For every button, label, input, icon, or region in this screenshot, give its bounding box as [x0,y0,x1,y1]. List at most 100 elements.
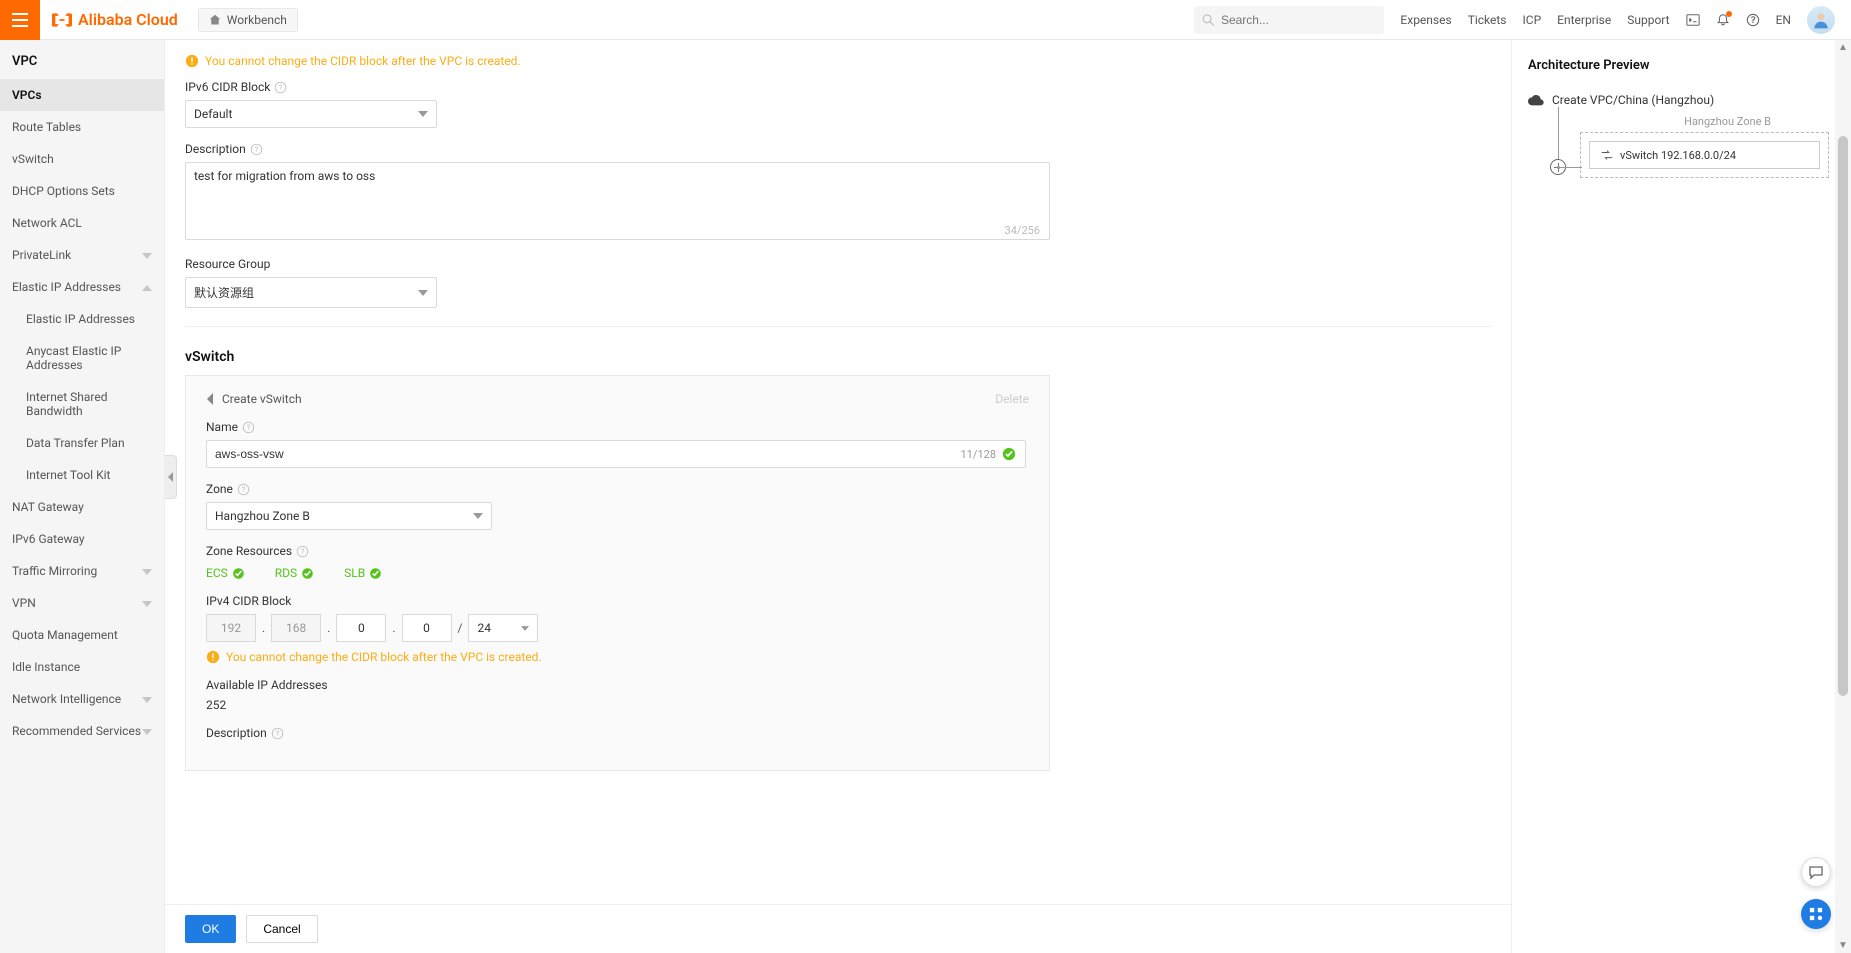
description-textarea[interactable] [185,162,1050,240]
vertical-scrollbar[interactable]: ▲ ▼ [1835,40,1851,953]
sidebar-item[interactable]: NAT Gateway [0,491,164,523]
floating-chat-button[interactable] [1801,857,1831,887]
zone-label: Zone ? [206,482,1029,496]
notification-bell-icon[interactable] [1716,13,1730,27]
resource-group-select[interactable]: 默认资源组 [185,277,437,308]
chevron-down-icon [142,724,152,738]
sidebar-item[interactable]: PrivateLink [0,239,164,271]
help-icon[interactable]: ? [271,727,284,740]
desc-counter: 34/256 [1005,224,1040,237]
warning-icon [206,650,220,664]
scroll-thumb[interactable] [1838,136,1848,696]
vswitch-icon [1600,148,1614,162]
global-search[interactable] [1194,6,1384,34]
cidr-octet-4[interactable]: 0 [402,614,452,642]
sidebar-item[interactable]: IPv6 Gateway [0,523,164,555]
sidebar-sub-item[interactable]: Internet Shared Bandwidth [0,381,164,427]
floating-apps-button[interactable] [1801,899,1831,929]
cidr-octet-2: 168 [271,614,321,642]
sidebar-item[interactable]: DHCP Options Sets [0,175,164,207]
help-icon[interactable]: ? [296,545,309,558]
sidebar-collapse-handle[interactable] [165,455,177,499]
nav-support[interactable]: Support [1627,13,1669,27]
hamburger-icon [12,13,28,27]
zone-resource-slb: SLB [344,566,382,580]
ipv6-select[interactable]: Default [185,100,437,128]
preview-vswitch-box: vSwitch 192.168.0.0/24 [1580,132,1829,178]
svg-text:?: ? [279,82,283,91]
sidebar-sub-item[interactable]: Anycast Elastic IP Addresses [0,335,164,381]
sidebar-item[interactable]: vSwitch [0,143,164,175]
sidebar-item[interactable]: Recommended Services [0,715,164,747]
chevron-down-icon [521,626,529,631]
sidebar-sub-item[interactable]: Data Transfer Plan [0,427,164,459]
lang-switch[interactable]: EN [1776,13,1791,27]
sidebar-item[interactable]: Route Tables [0,111,164,143]
ipv6-value: Default [194,107,232,121]
help-icon[interactable]: ? [250,143,263,156]
available-ip-label: Available IP Addresses [206,678,1029,692]
search-input[interactable] [1221,13,1376,27]
sidebar-item[interactable]: Network ACL [0,207,164,239]
zone-resource-ecs: ECS [206,566,245,580]
sidebar-item[interactable]: Elastic IP Addresses [0,271,164,303]
scroll-down-arrow[interactable]: ▼ [1838,940,1848,951]
home-icon [209,14,221,26]
form-area: You cannot change the CIDR block after t… [165,40,1511,953]
brand-text: Alibaba Cloud [78,10,178,29]
nav-enterprise[interactable]: Enterprise [1557,13,1611,27]
chevron-down-icon [418,111,428,117]
help-icon[interactable]: ? [237,483,250,496]
sidebar-sub-item[interactable]: Elastic IP Addresses [0,303,164,335]
vsw-name-input[interactable] [206,440,1026,468]
check-circle-icon [232,567,245,580]
alibaba-cloud-icon [52,12,72,28]
sidebar-item[interactable]: Network Intelligence [0,683,164,715]
cancel-button[interactable]: Cancel [246,915,317,943]
cidr-warning-top: You cannot change the CIDR block after t… [185,54,1491,68]
nav-tickets[interactable]: Tickets [1468,13,1507,27]
form-footer: OK Cancel [165,904,1511,953]
chevron-down-icon [142,248,152,262]
sidebar-title: VPC [0,40,164,79]
vswitch-section-title: vSwitch [185,349,1491,365]
help-icon[interactable] [1746,13,1760,27]
delete-vswitch-link[interactable]: Delete [995,392,1029,406]
chevron-down-icon [142,692,152,706]
workbench-button[interactable]: Workbench [198,8,298,32]
cidr-mask-select[interactable]: 24 [468,614,538,642]
brand-logo[interactable]: Alibaba Cloud [40,10,190,29]
sidebar-item[interactable]: Traffic Mirroring [0,555,164,587]
sidebar-item[interactable]: VPCs [0,79,164,111]
check-circle-icon [1002,447,1016,461]
sidebar-item[interactable]: Idle Instance [0,651,164,683]
sidebar-item[interactable]: Quota Management [0,619,164,651]
ok-button[interactable]: OK [185,915,236,943]
shell-icon[interactable] [1686,13,1700,27]
chevron-down-icon [142,564,152,578]
nav-icp[interactable]: ICP [1523,13,1542,27]
cidr-octet-3[interactable]: 0 [336,614,386,642]
ipv6-label: IPv6 CIDR Block ? [185,80,1491,94]
ipv4-cidr-label: IPv4 CIDR Block [206,594,1029,608]
svg-text:?: ? [242,484,246,493]
scroll-up-arrow[interactable]: ▲ [1838,42,1848,53]
help-icon[interactable]: ? [274,81,287,94]
menu-burger-button[interactable] [0,0,40,40]
preview-title: Architecture Preview [1528,58,1835,73]
sidebar-item[interactable]: VPN [0,587,164,619]
preview-vpc-row: Create VPC/China (Hangzhou) [1528,93,1835,107]
nav-expenses[interactable]: Expenses [1400,13,1451,27]
sidebar-sub-item[interactable]: Internet Tool Kit [0,459,164,491]
warning-icon [185,54,199,68]
top-header: Alibaba Cloud Workbench Expenses Tickets… [0,0,1851,40]
user-avatar[interactable] [1807,6,1835,34]
header-right: Expenses Tickets ICP Enterprise Support … [1400,6,1851,34]
check-circle-icon [369,567,382,580]
panel-create-header[interactable]: Create vSwitch [206,392,302,406]
chevron-down-icon [473,513,483,519]
help-icon[interactable]: ? [242,421,255,434]
svg-text:?: ? [276,728,280,737]
zone-select[interactable]: Hangzhou Zone B [206,502,492,530]
zone-resource-rds: RDS [275,566,314,580]
